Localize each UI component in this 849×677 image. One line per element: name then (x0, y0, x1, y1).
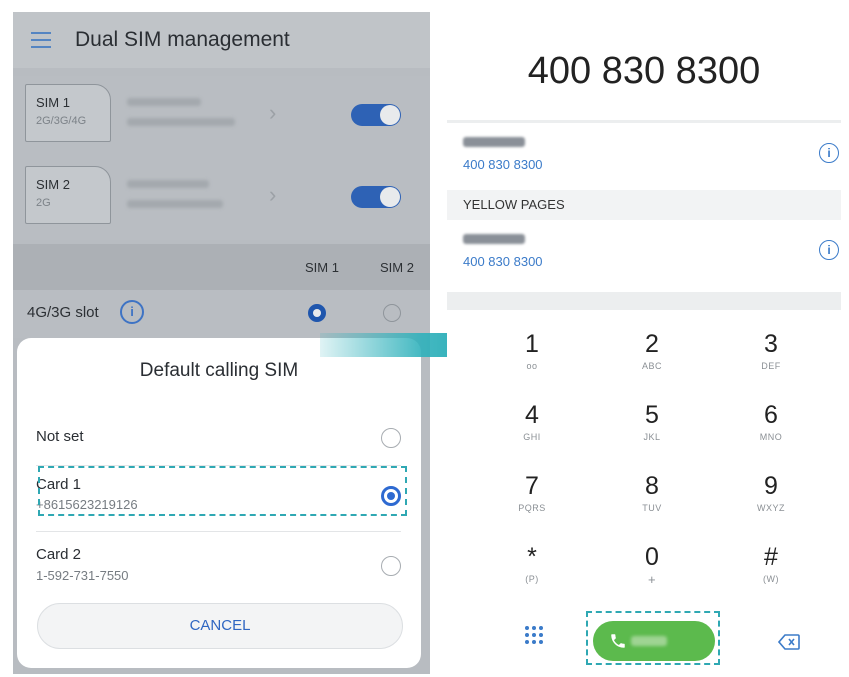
sim-row-1[interactable]: SIM 1 2G/3G/4G › (13, 76, 430, 158)
sim-name: SIM 2 (36, 177, 70, 192)
sim1-toggle[interactable] (351, 104, 401, 126)
key-9[interactable]: 9 WXYZ (721, 472, 821, 534)
option-title: Card 2 (36, 546, 82, 563)
sim-card-icon: SIM 2 2G (25, 166, 111, 224)
slot-label: 4G/3G slot (27, 304, 99, 321)
blurred-phone-number (127, 200, 223, 208)
key-7[interactable]: 7 PQRS (482, 472, 582, 534)
key-3[interactable]: 3 DEF (721, 330, 821, 392)
sim-network-types: 2G/3G/4G (36, 115, 87, 127)
info-icon[interactable]: i (120, 300, 144, 324)
sim-network-types: 2G (36, 197, 51, 209)
dialer-screen: 400 830 8300 400 830 8300 i YELLOW PAGES… (447, 12, 849, 674)
voicemail-icon: oo (526, 361, 538, 371)
blurred-carrier-name (127, 98, 201, 106)
key-6[interactable]: 6 MNO (721, 401, 821, 463)
key-4[interactable]: 4 GHI (482, 401, 582, 463)
slot-table-header: SIM 1 SIM 2 (13, 244, 430, 290)
info-icon[interactable]: i (819, 240, 839, 260)
cancel-button[interactable]: CANCEL (37, 603, 403, 649)
search-result[interactable]: 400 830 8300 i (447, 220, 841, 286)
highlight-box (586, 611, 720, 665)
blurred-carrier-name (127, 180, 209, 188)
divider (447, 292, 841, 310)
search-result[interactable]: 400 830 8300 i (447, 123, 841, 189)
option-radio[interactable] (381, 428, 401, 448)
blurred-contact-name (463, 234, 525, 244)
key-hash[interactable]: # (W) (721, 543, 821, 605)
option-card-2[interactable]: Card 2 1-592-731-7550 (17, 532, 421, 596)
chevron-right-icon[interactable]: › (269, 100, 276, 126)
sim-name: SIM 1 (36, 95, 70, 110)
sim-card-icon: SIM 1 2G/3G/4G (25, 84, 111, 142)
key-8[interactable]: 8 TUV (602, 472, 702, 534)
result-number: 400 830 8300 (463, 157, 543, 172)
option-radio[interactable] (381, 556, 401, 576)
blurred-phone-number (127, 118, 235, 126)
key-1[interactable]: 1 oo (482, 330, 582, 392)
section-header: YELLOW PAGES (447, 190, 841, 220)
chevron-right-icon[interactable]: › (269, 182, 276, 208)
key-5[interactable]: 5 JKL (602, 401, 702, 463)
sim2-toggle[interactable] (351, 186, 401, 208)
backspace-icon[interactable] (778, 634, 800, 650)
app-bar: Dual SIM management (13, 12, 430, 68)
key-star[interactable]: * (P) (482, 543, 582, 605)
highlight-box (38, 466, 407, 516)
dialpad-icon[interactable] (525, 626, 543, 644)
page-title: Dual SIM management (75, 28, 290, 51)
blurred-contact-name (463, 137, 525, 147)
menu-icon[interactable] (31, 32, 51, 48)
result-number: 400 830 8300 (463, 254, 543, 269)
option-subtitle: 1-592-731-7550 (36, 568, 129, 583)
info-icon[interactable]: i (819, 143, 839, 163)
option-title: Not set (36, 428, 84, 445)
option-not-set[interactable]: Not set (17, 404, 421, 468)
column-sim2: SIM 2 (380, 260, 414, 275)
column-sim1: SIM 1 (305, 260, 339, 275)
key-0[interactable]: 0 + (602, 543, 702, 605)
key-2[interactable]: 2 ABC (602, 330, 702, 392)
default-calling-sim-dialog: Default calling SIM Not set Card 1 +8615… (17, 338, 421, 668)
dialed-number[interactable]: 400 830 8300 (447, 50, 841, 93)
sim-row-2[interactable]: SIM 2 2G › (13, 158, 430, 240)
